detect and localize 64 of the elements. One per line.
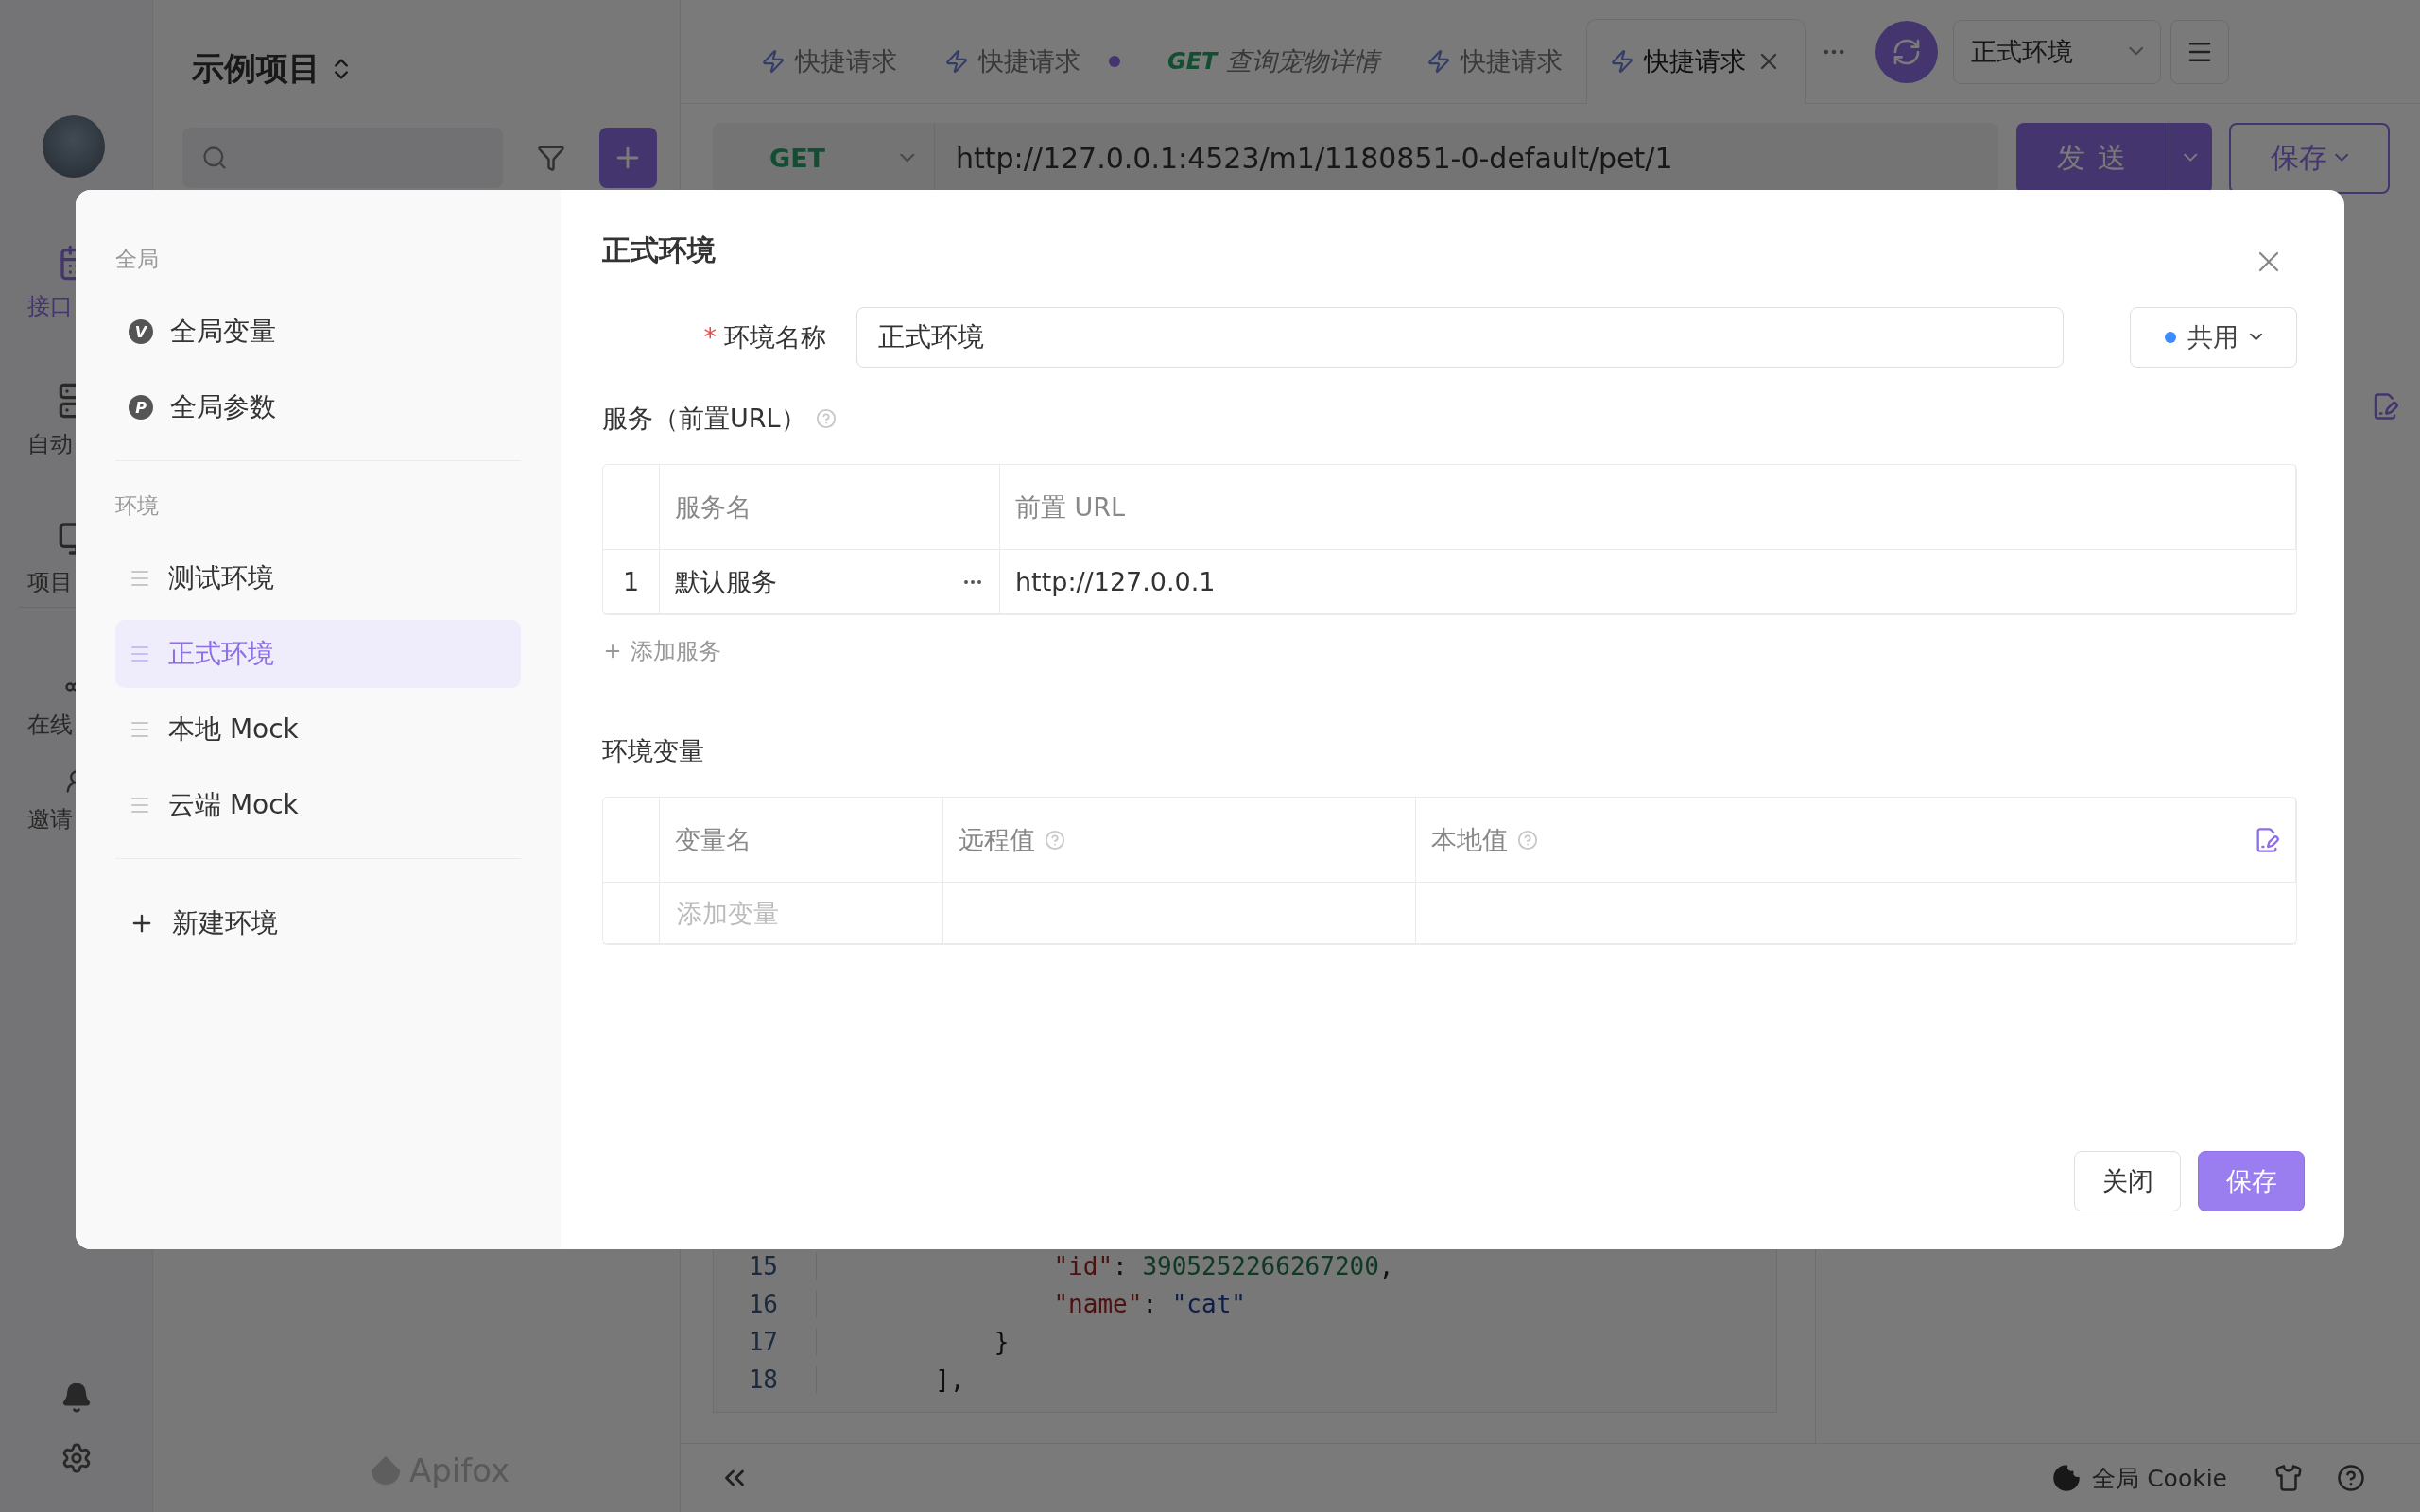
line-number: 17 bbox=[747, 1328, 779, 1356]
new-environment-button[interactable]: 新建环境 bbox=[115, 889, 521, 957]
section-heading: 环境变量 bbox=[602, 735, 704, 767]
lightning-icon bbox=[944, 49, 969, 74]
section-heading: 服务（前置URL） bbox=[602, 403, 806, 435]
code-line: ], bbox=[816, 1366, 965, 1394]
column-header: 前置 URL bbox=[1015, 490, 1126, 524]
request-tab[interactable]: GET 查询宠物详情 bbox=[1144, 18, 1404, 104]
code-line: } bbox=[816, 1328, 1010, 1356]
cookie-icon[interactable] bbox=[2052, 1464, 2082, 1492]
chevron-down-icon bbox=[2334, 154, 2349, 163]
nav-item[interactable]: 测试环境 bbox=[115, 544, 521, 612]
nav-item[interactable]: P 全局参数 bbox=[115, 373, 521, 441]
request-tab[interactable]: 快捷请求 bbox=[737, 18, 921, 104]
line-number: 15 bbox=[747, 1252, 779, 1280]
nav-heading: 全局 bbox=[115, 246, 160, 273]
shirt-icon[interactable] bbox=[2274, 1464, 2303, 1492]
nav-item[interactable]: 正式环境 bbox=[115, 620, 521, 688]
column-header: 远程值 bbox=[959, 823, 1035, 856]
help-icon bbox=[1517, 829, 1538, 850]
chevron-down-icon bbox=[2128, 47, 2144, 56]
lightning-icon bbox=[1426, 49, 1452, 74]
nav-item[interactable]: 云端 Mock bbox=[115, 771, 521, 839]
project-title[interactable]: 示例项目 bbox=[192, 47, 320, 91]
cookie-label[interactable]: 全局 Cookie bbox=[2092, 1462, 2227, 1494]
lightning-icon bbox=[1610, 49, 1635, 74]
chevron-down-icon bbox=[2184, 154, 2198, 163]
nav-item[interactable]: V 全局变量 bbox=[115, 298, 521, 366]
column-header: 变量名 bbox=[675, 823, 752, 856]
add-service-link[interactable]: 添加服务 bbox=[602, 636, 721, 666]
lightning-icon bbox=[761, 49, 786, 74]
help-icon bbox=[1045, 829, 1065, 850]
save-button[interactable]: 保存 bbox=[2198, 1151, 2305, 1211]
column-header: 服务名 bbox=[675, 490, 752, 524]
request-tab[interactable]: 快捷请求 bbox=[921, 18, 1144, 104]
search-field[interactable] bbox=[182, 128, 504, 188]
nav-item[interactable]: 本地 Mock bbox=[115, 696, 521, 764]
row-number: 1 bbox=[622, 567, 640, 596]
chevron-down-icon bbox=[2249, 334, 2263, 341]
variable-input[interactable]: 添加变量 bbox=[675, 897, 927, 929]
dialog-title: 正式环境 bbox=[602, 232, 716, 268]
name-field[interactable]: 正式环境 bbox=[856, 307, 2064, 368]
code-line: "name": "cat" bbox=[816, 1290, 1246, 1318]
nav-heading: 环境 bbox=[115, 492, 160, 520]
scope-select[interactable]: 共用 bbox=[2130, 307, 2297, 368]
column-header: 本地值 bbox=[1431, 823, 1508, 856]
line-number: 18 bbox=[747, 1366, 779, 1394]
unsaved-dot bbox=[1109, 56, 1120, 67]
table-cell-text: 默认服务 bbox=[675, 565, 777, 598]
table-cell: http://127.0.0.1 bbox=[1015, 567, 1216, 596]
code-line: "id": 3905252266267200, bbox=[816, 1252, 1394, 1280]
help-icon[interactable] bbox=[2337, 1464, 2365, 1492]
field-label: * 环境名称 bbox=[702, 321, 826, 353]
request-tab[interactable]: 快捷请求 bbox=[1586, 18, 1806, 104]
filter-icon bbox=[537, 144, 566, 172]
environment-select[interactable]: 正式环境 bbox=[1953, 19, 2162, 84]
line-number: 16 bbox=[747, 1290, 779, 1318]
chevron-down-icon bbox=[900, 154, 915, 163]
help-icon bbox=[815, 408, 837, 429]
request-tab[interactable]: 快捷请求 bbox=[1403, 18, 1587, 104]
search-icon bbox=[201, 145, 228, 171]
add-button[interactable] bbox=[598, 128, 657, 188]
menu-button[interactable] bbox=[2170, 19, 2230, 84]
close-button[interactable]: 关闭 bbox=[2074, 1151, 2181, 1211]
